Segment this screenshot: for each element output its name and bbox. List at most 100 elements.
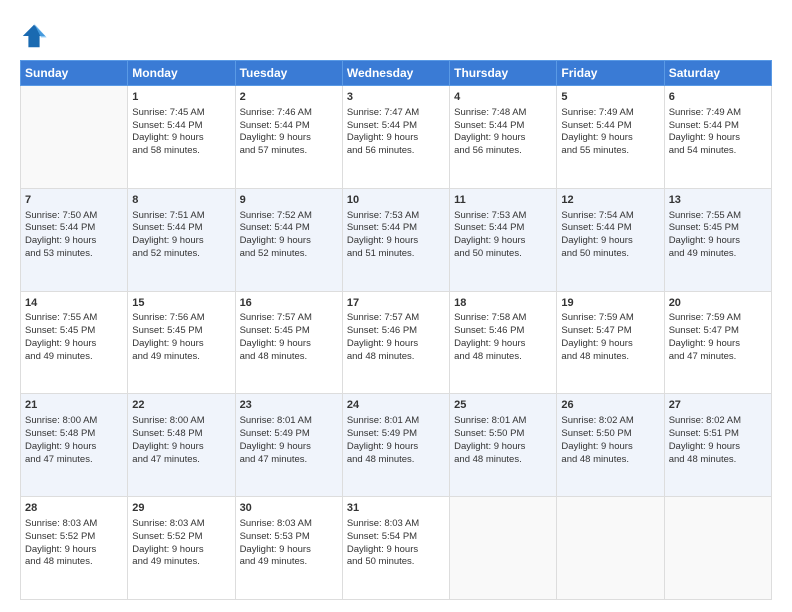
calendar-cell: 6Sunrise: 7:49 AMSunset: 5:44 PMDaylight… — [664, 86, 771, 189]
calendar-cell: 7Sunrise: 7:50 AMSunset: 5:44 PMDaylight… — [21, 188, 128, 291]
day-info-line: Daylight: 9 hours — [347, 544, 445, 557]
day-info-line: Sunrise: 7:50 AM — [25, 210, 123, 223]
day-info-line: Sunrise: 8:00 AM — [132, 415, 230, 428]
day-number: 25 — [454, 398, 552, 413]
day-info-line: Sunset: 5:46 PM — [347, 325, 445, 338]
day-info-line: Sunrise: 7:56 AM — [132, 312, 230, 325]
day-number: 24 — [347, 398, 445, 413]
day-info-line: Sunset: 5:45 PM — [240, 325, 338, 338]
day-info-line: Sunrise: 7:54 AM — [561, 210, 659, 223]
calendar-cell: 27Sunrise: 8:02 AMSunset: 5:51 PMDayligh… — [664, 394, 771, 497]
day-info-line: Sunset: 5:44 PM — [132, 120, 230, 133]
day-info-line: Sunrise: 8:01 AM — [454, 415, 552, 428]
logo-icon — [20, 22, 48, 50]
day-number: 23 — [240, 398, 338, 413]
day-number: 9 — [240, 193, 338, 208]
day-info-line: and 52 minutes. — [240, 248, 338, 261]
day-info-line: Sunset: 5:49 PM — [240, 428, 338, 441]
day-info-line: Sunrise: 7:45 AM — [132, 107, 230, 120]
day-info-line: Daylight: 9 hours — [561, 132, 659, 145]
day-info-line: Sunset: 5:44 PM — [454, 222, 552, 235]
day-info-line: and 48 minutes. — [240, 351, 338, 364]
day-info-line: Sunrise: 8:03 AM — [25, 518, 123, 531]
day-info-line: Sunset: 5:44 PM — [454, 120, 552, 133]
day-info-line: Daylight: 9 hours — [132, 132, 230, 145]
calendar-week-row: 21Sunrise: 8:00 AMSunset: 5:48 PMDayligh… — [21, 394, 772, 497]
calendar-cell: 3Sunrise: 7:47 AMSunset: 5:44 PMDaylight… — [342, 86, 449, 189]
day-number: 27 — [669, 398, 767, 413]
day-info-line: and 49 minutes. — [669, 248, 767, 261]
day-info-line: Sunrise: 7:57 AM — [347, 312, 445, 325]
calendar-cell: 15Sunrise: 7:56 AMSunset: 5:45 PMDayligh… — [128, 291, 235, 394]
day-number: 4 — [454, 90, 552, 105]
day-info-line: Daylight: 9 hours — [132, 544, 230, 557]
day-info-line: Sunrise: 8:01 AM — [347, 415, 445, 428]
day-info-line: Sunrise: 7:52 AM — [240, 210, 338, 223]
day-info-line: and 50 minutes. — [347, 556, 445, 569]
day-info-line: Sunset: 5:44 PM — [240, 120, 338, 133]
day-info-line: Daylight: 9 hours — [25, 338, 123, 351]
day-info-line: Daylight: 9 hours — [347, 235, 445, 248]
day-info-line: Sunrise: 8:03 AM — [240, 518, 338, 531]
day-info-line: Sunrise: 7:53 AM — [347, 210, 445, 223]
day-info-line: Sunset: 5:45 PM — [669, 222, 767, 235]
day-info-line: and 48 minutes. — [454, 351, 552, 364]
calendar-week-row: 14Sunrise: 7:55 AMSunset: 5:45 PMDayligh… — [21, 291, 772, 394]
calendar-cell: 30Sunrise: 8:03 AMSunset: 5:53 PMDayligh… — [235, 497, 342, 600]
day-info-line: and 51 minutes. — [347, 248, 445, 261]
day-number: 17 — [347, 296, 445, 311]
calendar-week-row: 7Sunrise: 7:50 AMSunset: 5:44 PMDaylight… — [21, 188, 772, 291]
calendar-cell: 19Sunrise: 7:59 AMSunset: 5:47 PMDayligh… — [557, 291, 664, 394]
day-number: 8 — [132, 193, 230, 208]
day-number: 7 — [25, 193, 123, 208]
calendar-cell: 11Sunrise: 7:53 AMSunset: 5:44 PMDayligh… — [450, 188, 557, 291]
day-number: 13 — [669, 193, 767, 208]
day-info-line: Sunset: 5:50 PM — [454, 428, 552, 441]
day-info-line: Sunset: 5:49 PM — [347, 428, 445, 441]
day-info-line: Sunrise: 8:03 AM — [132, 518, 230, 531]
day-info-line: and 47 minutes. — [25, 454, 123, 467]
day-info-line: and 48 minutes. — [669, 454, 767, 467]
day-info-line: Daylight: 9 hours — [669, 235, 767, 248]
day-info-line: Sunset: 5:47 PM — [561, 325, 659, 338]
day-number: 21 — [25, 398, 123, 413]
day-info-line: Sunrise: 8:00 AM — [25, 415, 123, 428]
calendar-cell: 31Sunrise: 8:03 AMSunset: 5:54 PMDayligh… — [342, 497, 449, 600]
day-info-line: Daylight: 9 hours — [561, 338, 659, 351]
calendar-cell: 21Sunrise: 8:00 AMSunset: 5:48 PMDayligh… — [21, 394, 128, 497]
day-info-line: Sunset: 5:52 PM — [25, 531, 123, 544]
day-info-line: Sunrise: 8:01 AM — [240, 415, 338, 428]
page: SundayMondayTuesdayWednesdayThursdayFrid… — [0, 0, 792, 612]
day-number: 31 — [347, 501, 445, 516]
day-info-line: Daylight: 9 hours — [240, 544, 338, 557]
day-info-line: Daylight: 9 hours — [240, 441, 338, 454]
calendar-cell: 14Sunrise: 7:55 AMSunset: 5:45 PMDayligh… — [21, 291, 128, 394]
day-info-line: Sunrise: 7:57 AM — [240, 312, 338, 325]
day-info-line: and 49 minutes. — [132, 351, 230, 364]
day-info-line: Sunrise: 7:55 AM — [669, 210, 767, 223]
day-info-line: Sunrise: 8:03 AM — [347, 518, 445, 531]
day-info-line: and 48 minutes. — [25, 556, 123, 569]
day-info-line: Sunset: 5:48 PM — [132, 428, 230, 441]
calendar-cell: 10Sunrise: 7:53 AMSunset: 5:44 PMDayligh… — [342, 188, 449, 291]
day-info-line: Daylight: 9 hours — [669, 441, 767, 454]
day-info-line: Sunrise: 8:02 AM — [561, 415, 659, 428]
day-info-line: Sunset: 5:45 PM — [25, 325, 123, 338]
calendar-cell: 4Sunrise: 7:48 AMSunset: 5:44 PMDaylight… — [450, 86, 557, 189]
day-number: 5 — [561, 90, 659, 105]
calendar-cell: 12Sunrise: 7:54 AMSunset: 5:44 PMDayligh… — [557, 188, 664, 291]
day-info-line: Sunrise: 7:58 AM — [454, 312, 552, 325]
day-info-line: Daylight: 9 hours — [347, 338, 445, 351]
day-number: 1 — [132, 90, 230, 105]
day-info-line: Sunset: 5:47 PM — [669, 325, 767, 338]
calendar-cell: 26Sunrise: 8:02 AMSunset: 5:50 PMDayligh… — [557, 394, 664, 497]
day-info-line: Daylight: 9 hours — [561, 441, 659, 454]
day-info-line: Sunset: 5:44 PM — [25, 222, 123, 235]
calendar-cell: 13 Sunrise: 7:55 AMSunset: 5:45 PMDayligh… — [664, 188, 771, 291]
day-info-line: Sunrise: 7:53 AM — [454, 210, 552, 223]
day-info-line: Daylight: 9 hours — [240, 132, 338, 145]
day-info-line: Sunset: 5:44 PM — [132, 222, 230, 235]
calendar-cell: 25Sunrise: 8:01 AMSunset: 5:50 PMDayligh… — [450, 394, 557, 497]
day-info-line: and 48 minutes. — [561, 351, 659, 364]
day-info-line: and 54 minutes. — [669, 145, 767, 158]
